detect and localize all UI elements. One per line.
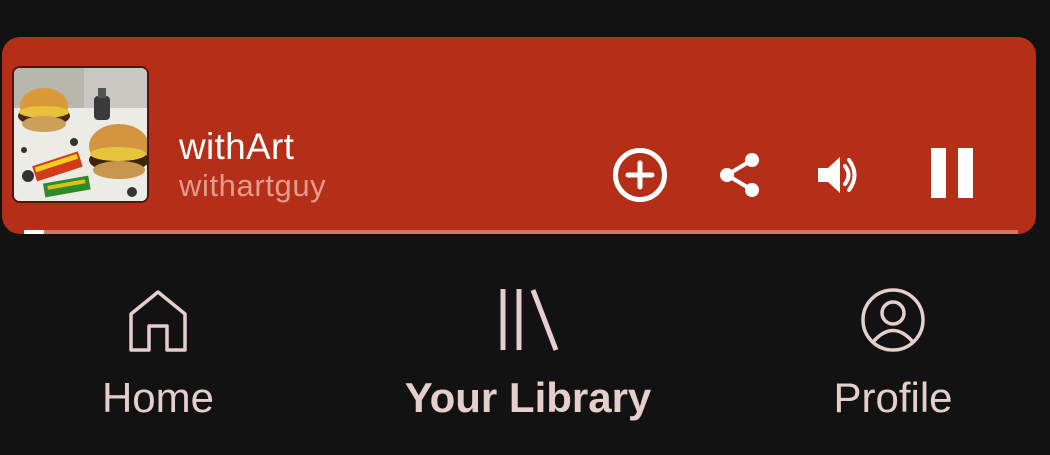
nav-label-your-library: Your Library: [404, 374, 652, 421]
track-artist: withartguy: [179, 168, 327, 203]
bottom-navigation: Home Your Library Profile: [0, 260, 1050, 455]
nav-item-profile[interactable]: Profile: [793, 260, 993, 423]
volume-button[interactable]: [810, 147, 866, 203]
share-button[interactable]: [714, 147, 766, 203]
volume-icon: [818, 157, 857, 193]
album-artwork[interactable]: [14, 68, 147, 201]
plus-circle-icon: [613, 148, 667, 202]
profile-icon: [858, 285, 928, 355]
pause-icon: [931, 148, 973, 198]
nav-item-home[interactable]: Home: [58, 260, 258, 423]
pause-button[interactable]: [922, 143, 982, 203]
home-icon: [123, 285, 193, 355]
playback-progress-bar[interactable]: [24, 230, 1018, 234]
library-icon: [493, 285, 563, 355]
track-info[interactable]: withArt withartguy: [179, 125, 326, 205]
share-icon: [720, 153, 759, 197]
playback-progress-fill: [24, 230, 44, 234]
add-to-library-button[interactable]: [608, 143, 672, 207]
nav-label-home: Home: [101, 374, 215, 421]
app-root: withArt withartguy Home Your Library Pro…: [0, 0, 1050, 455]
mini-player[interactable]: withArt withartguy: [2, 37, 1036, 234]
nav-item-your-library[interactable]: Your Library: [378, 260, 678, 423]
track-title: withArt: [179, 126, 295, 167]
nav-label-profile: Profile: [833, 374, 953, 421]
